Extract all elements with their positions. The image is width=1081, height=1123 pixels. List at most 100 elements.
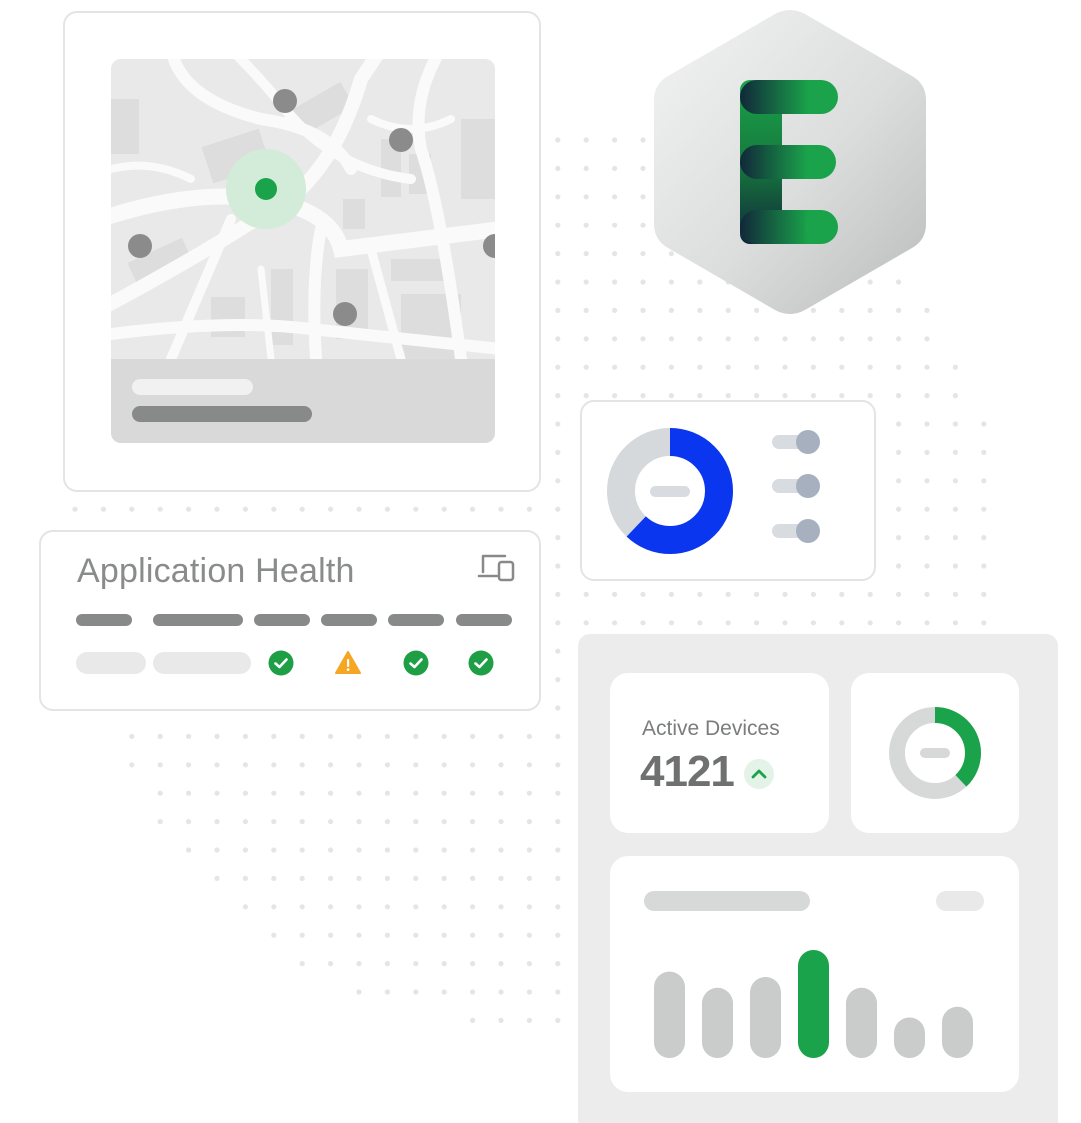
background-dot	[157, 506, 163, 512]
background-dot	[413, 847, 419, 853]
background-dot	[271, 875, 277, 882]
background-dot	[583, 251, 589, 257]
column-header	[388, 614, 444, 626]
background-dot	[555, 535, 561, 541]
toggle-switch-2[interactable]	[796, 474, 820, 498]
map-view[interactable]: ✕	[111, 59, 495, 443]
background-dot	[384, 875, 390, 882]
background-dot	[242, 875, 248, 882]
warning-triangle-icon	[335, 651, 361, 674]
background-dot	[583, 393, 589, 399]
background-dot	[952, 563, 959, 569]
row-cell-placeholder	[76, 652, 146, 674]
active-devices-tile[interactable]: Active Devices 4121	[610, 673, 829, 833]
info-line-short	[132, 379, 253, 395]
background-dot	[981, 478, 987, 484]
background-dot	[384, 790, 390, 796]
background-dot	[526, 506, 533, 512]
background-dot	[612, 336, 618, 342]
background-dot	[299, 762, 305, 768]
bar-chart-tile[interactable]	[610, 856, 1019, 1092]
background-dot	[924, 336, 930, 342]
background-dot	[555, 279, 561, 285]
background-dot	[612, 222, 618, 228]
background-dot	[555, 251, 561, 257]
background-dot	[555, 194, 561, 200]
background-dot	[924, 421, 930, 427]
ring-tile[interactable]	[851, 673, 1019, 833]
chart-bar	[702, 987, 733, 1058]
devices-icon[interactable]	[477, 552, 517, 584]
background-dot	[583, 222, 589, 228]
background-dot	[754, 393, 760, 399]
background-dot	[555, 705, 561, 711]
background-dot	[952, 506, 959, 512]
background-dot	[526, 762, 533, 768]
background-dot	[413, 932, 419, 938]
background-dot	[214, 762, 220, 768]
background-dot	[356, 819, 362, 825]
background-dot	[697, 393, 703, 399]
background-dot	[299, 961, 305, 967]
background-dot	[441, 733, 447, 740]
background-dot	[924, 591, 930, 598]
row-cell-placeholder	[153, 652, 251, 674]
background-dot	[242, 790, 248, 796]
background-dot	[896, 591, 902, 598]
background-dot	[981, 620, 987, 626]
background-dot	[384, 762, 390, 768]
dashboard-panel: Active Devices 4121	[578, 634, 1058, 1123]
check-circle-icon	[468, 650, 494, 676]
background-dot	[612, 194, 618, 200]
background-dot	[356, 733, 362, 740]
background-dot	[981, 421, 987, 427]
background-dot	[470, 733, 476, 740]
background-dot	[470, 1017, 476, 1024]
toggle-switch-1[interactable]	[796, 430, 820, 454]
background-dot	[555, 648, 561, 654]
background-dot	[299, 733, 305, 740]
background-dot	[356, 904, 362, 910]
column-header	[456, 614, 512, 626]
background-dot	[640, 591, 646, 598]
background-dot	[896, 449, 902, 455]
background-dot	[356, 932, 362, 938]
background-dot	[725, 393, 731, 399]
logo-hexagon	[654, 10, 926, 314]
info-line-long	[132, 406, 312, 422]
background-dot	[555, 307, 561, 313]
background-dot	[413, 762, 419, 768]
background-dot	[640, 279, 646, 285]
background-dot	[555, 563, 561, 569]
background-dot	[896, 336, 902, 342]
background-dot	[384, 506, 390, 512]
progress-ring	[889, 707, 981, 799]
background-dot	[498, 875, 504, 882]
background-dot	[441, 904, 447, 910]
background-dot	[555, 1017, 561, 1024]
background-dot	[754, 620, 760, 626]
background-dot	[299, 506, 305, 512]
background-dot	[271, 790, 277, 796]
background-dot	[328, 961, 334, 967]
background-dot	[924, 563, 930, 569]
background-dot	[328, 506, 334, 512]
background-dot	[924, 364, 930, 370]
background-dot	[526, 733, 533, 740]
background-dot	[782, 393, 788, 399]
background-dot	[441, 790, 447, 796]
background-dot	[271, 819, 277, 825]
background-dot	[612, 251, 618, 257]
background-dot	[952, 478, 959, 484]
background-dot	[441, 762, 447, 768]
bar-chart	[654, 950, 973, 1058]
background-dot	[526, 961, 533, 967]
background-dot	[555, 847, 561, 853]
background-dot	[754, 591, 760, 598]
toggle-switch-3[interactable]	[796, 519, 820, 543]
background-dot	[299, 819, 305, 825]
background-dot	[328, 875, 334, 882]
background-dot	[498, 733, 504, 740]
background-dot	[441, 875, 447, 882]
active-devices-label: Active Devices	[642, 717, 780, 740]
